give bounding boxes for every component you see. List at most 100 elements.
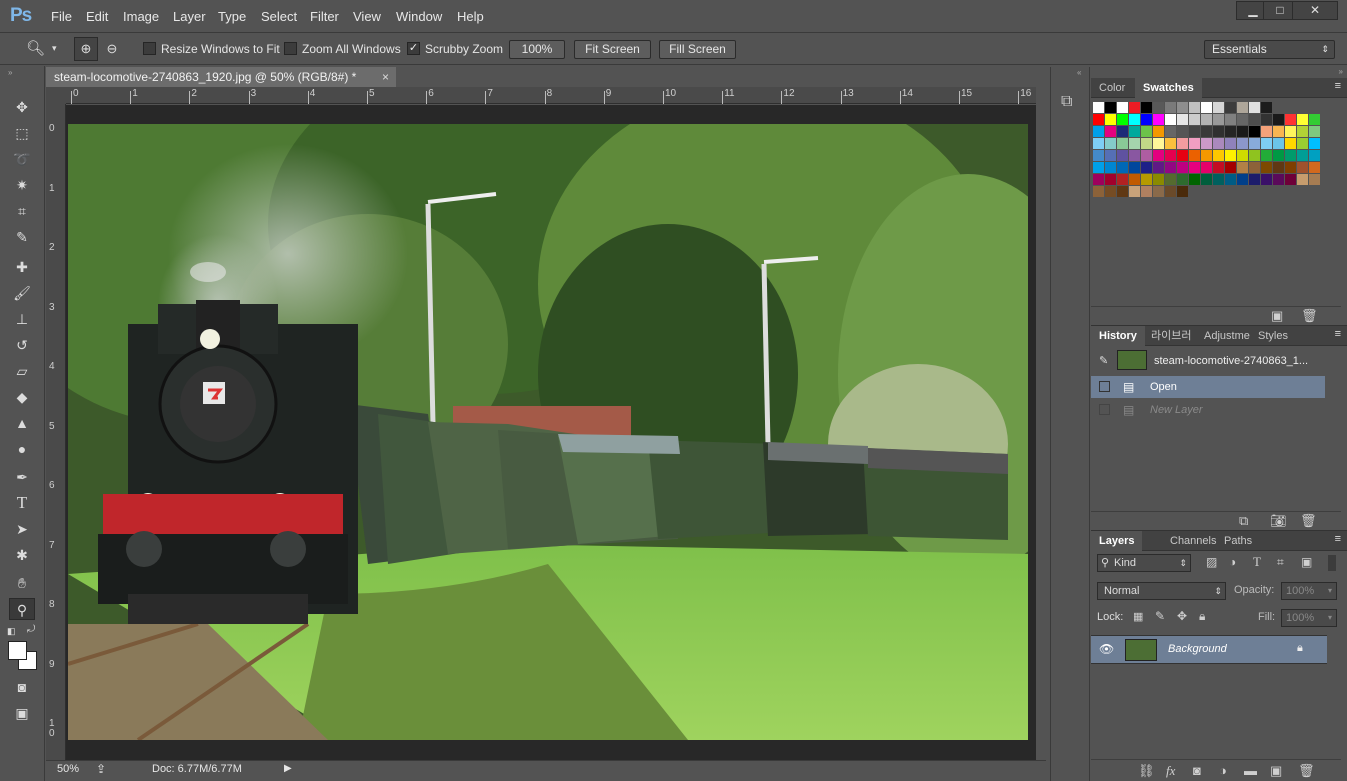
swatch[interactable] <box>1201 102 1212 113</box>
close-button[interactable]: ✕ <box>1292 1 1338 20</box>
swatch[interactable] <box>1285 114 1296 125</box>
swatch[interactable] <box>1249 126 1260 137</box>
history-checkbox[interactable] <box>1099 404 1110 415</box>
menu-filter[interactable]: Filter <box>310 9 339 24</box>
tab-color[interactable]: Color <box>1091 78 1133 98</box>
swatch[interactable] <box>1273 126 1284 137</box>
layer-row-background[interactable]: 👁︎ Background 🔒︎ <box>1091 635 1327 664</box>
menu-edit[interactable]: Edit <box>86 9 108 24</box>
swatch[interactable] <box>1141 174 1152 185</box>
menu-type[interactable]: Type <box>218 9 246 24</box>
swatch[interactable] <box>1153 174 1164 185</box>
add-mask-icon[interactable]: ◙ <box>1193 763 1201 778</box>
swatch[interactable] <box>1117 186 1128 197</box>
swatch[interactable] <box>1141 162 1152 173</box>
history-checkbox[interactable] <box>1099 381 1110 392</box>
opacity-field[interactable]: 100% ▾ <box>1281 582 1337 600</box>
new-fill-layer-icon[interactable]: ◑ <box>1219 763 1227 778</box>
workspace-dropdown[interactable]: Essentials ⇕ <box>1204 40 1335 59</box>
swatch[interactable] <box>1225 138 1236 149</box>
history-brush-tool-icon[interactable]: ↺ <box>9 334 35 356</box>
swatch[interactable] <box>1189 174 1200 185</box>
history-snapshot[interactable]: ✎ steam-locomotive-2740863_1... <box>1091 347 1325 375</box>
swatch[interactable] <box>1165 114 1176 125</box>
pen-tool-icon[interactable]: ✒ <box>9 466 35 488</box>
lock-transparent-icon[interactable]: ▦ <box>1133 610 1143 623</box>
tab-styles[interactable]: Styles <box>1250 326 1296 346</box>
brush-tool-icon[interactable]: 🖌︎ <box>9 282 35 304</box>
filter-adjustment-icon[interactable]: ◑ <box>1229 555 1236 569</box>
swatch[interactable] <box>1309 174 1320 185</box>
swatch[interactable] <box>1261 174 1272 185</box>
swatch[interactable] <box>1153 102 1164 113</box>
quick-mask-icon[interactable]: ◙ <box>9 676 35 698</box>
resize-windows-checkbox[interactable] <box>143 42 156 55</box>
menu-view[interactable]: View <box>353 9 381 24</box>
swatch[interactable] <box>1201 138 1212 149</box>
history-item-open[interactable]: ▤ Open <box>1091 376 1325 398</box>
history-menu-icon[interactable]: ≡ <box>1335 328 1341 340</box>
swatch[interactable] <box>1225 150 1236 161</box>
swatch[interactable] <box>1129 126 1140 137</box>
swatch[interactable] <box>1261 114 1272 125</box>
swatch[interactable] <box>1093 102 1104 113</box>
document-image[interactable] <box>68 124 1028 740</box>
panel-menu-icon[interactable]: ≡ <box>1335 80 1341 92</box>
menu-layer[interactable]: Layer <box>173 9 206 24</box>
filter-toggle[interactable] <box>1328 555 1336 571</box>
link-layers-icon[interactable]: ⛓︎ <box>1138 763 1155 779</box>
swatch[interactable] <box>1309 162 1320 173</box>
swatch[interactable] <box>1153 150 1164 161</box>
swatch[interactable] <box>1213 138 1224 149</box>
swatch[interactable] <box>1141 102 1152 113</box>
swatch[interactable] <box>1093 162 1104 173</box>
screen-mode-icon[interactable]: ▣ <box>9 702 35 724</box>
fill-field[interactable]: 100% ▾ <box>1281 609 1337 627</box>
swatch[interactable] <box>1117 138 1128 149</box>
swatch[interactable] <box>1129 186 1140 197</box>
swatch[interactable] <box>1225 126 1236 137</box>
default-colors-icon[interactable]: ◧ <box>7 626 16 637</box>
swatch[interactable] <box>1165 186 1176 197</box>
swatch[interactable] <box>1261 102 1272 113</box>
swatch[interactable] <box>1093 150 1104 161</box>
zoom-in-icon[interactable]: ⊕ <box>74 37 98 61</box>
layer-name[interactable]: Background <box>1168 643 1227 655</box>
new-snapshot-icon[interactable]: 📷︎ <box>1270 513 1287 529</box>
filter-type-icon[interactable]: T <box>1253 554 1261 570</box>
hand-tool-icon[interactable]: ✋︎ <box>9 572 35 594</box>
lock-all-icon[interactable]: 🔒︎ <box>1199 609 1205 624</box>
history-brush-source-icon[interactable]: ✎ <box>1099 347 1108 375</box>
swatch[interactable] <box>1201 150 1212 161</box>
tab-libraries[interactable]: 라이브러 <box>1143 326 1199 346</box>
tool-preset-dropdown-icon[interactable]: ▾ <box>52 43 57 54</box>
swatch[interactable] <box>1189 114 1200 125</box>
swatch[interactable] <box>1105 186 1116 197</box>
delete-state-icon[interactable]: 🗑︎ <box>1300 513 1317 529</box>
swatch[interactable] <box>1093 186 1104 197</box>
zoom-tool-selected-icon[interactable]: ⚲ <box>9 598 35 620</box>
swatch[interactable] <box>1273 150 1284 161</box>
visibility-eye-icon[interactable]: 👁︎ <box>1099 642 1114 656</box>
history-item-new-layer[interactable]: ▤ New Layer <box>1091 399 1325 421</box>
swatch[interactable] <box>1189 102 1200 113</box>
swatch[interactable] <box>1273 114 1284 125</box>
menu-help[interactable]: Help <box>457 9 484 24</box>
swatch[interactable] <box>1213 150 1224 161</box>
swatch[interactable] <box>1189 162 1200 173</box>
swatch[interactable] <box>1237 174 1248 185</box>
swatch[interactable] <box>1093 138 1104 149</box>
delete-swatch-icon[interactable]: 🗑︎ <box>1301 308 1318 324</box>
zoom-out-icon[interactable]: ⊖ <box>102 38 122 60</box>
zoom-100-button[interactable]: 100% <box>509 40 565 59</box>
swatch[interactable] <box>1177 126 1188 137</box>
swatch[interactable] <box>1177 150 1188 161</box>
menu-window[interactable]: Window <box>396 9 442 24</box>
blur-tool-icon[interactable]: ▲ <box>9 412 35 434</box>
zoom-all-windows-checkbox[interactable] <box>284 42 297 55</box>
swatch[interactable] <box>1285 150 1296 161</box>
swatch[interactable] <box>1249 150 1260 161</box>
fit-screen-button[interactable]: Fit Screen <box>574 40 651 59</box>
swatch[interactable] <box>1213 126 1224 137</box>
swatch[interactable] <box>1153 186 1164 197</box>
